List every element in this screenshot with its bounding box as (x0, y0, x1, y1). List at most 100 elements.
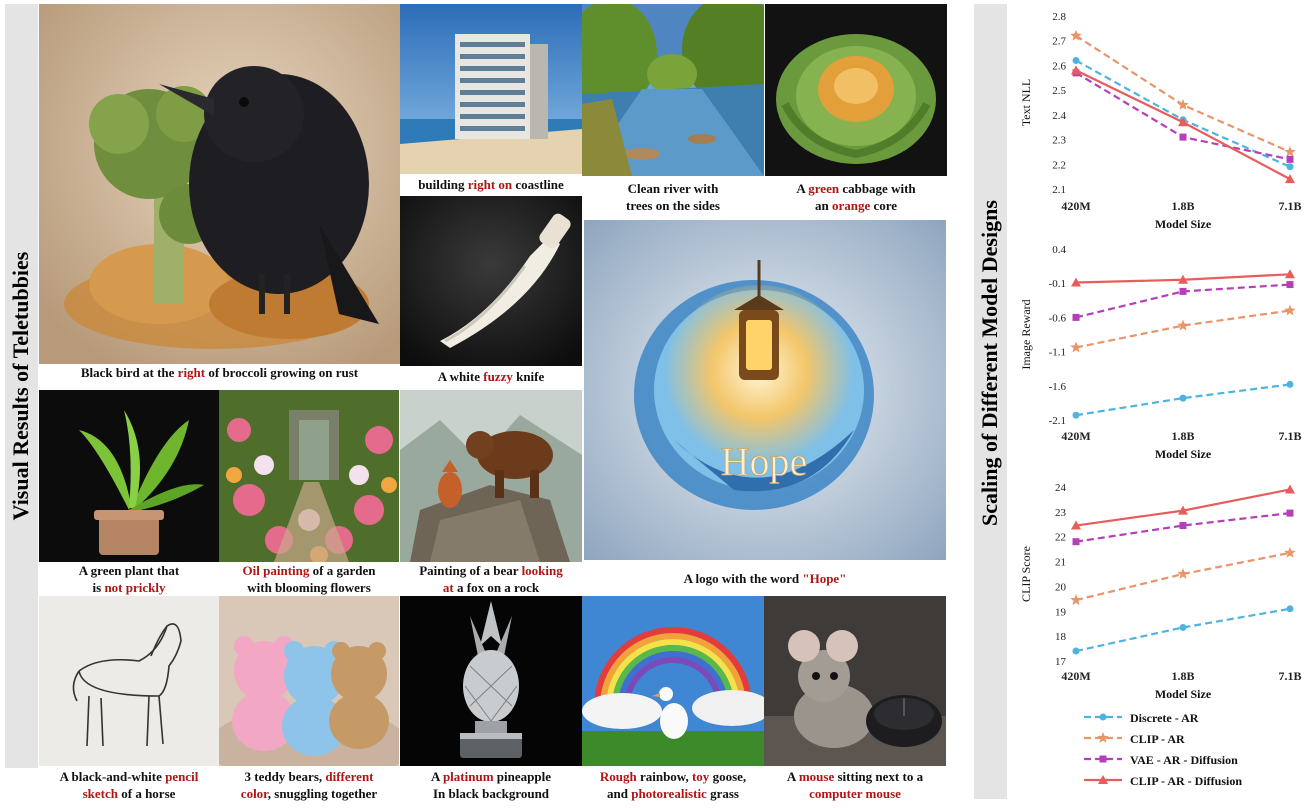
bird-image (39, 4, 400, 364)
y-axis-label: Text NLL (1019, 79, 1033, 126)
data-point (1179, 522, 1187, 530)
y-tick-label: -2.1 (1049, 415, 1066, 427)
y-tick-label: 19 (1055, 606, 1067, 618)
data-point (1177, 568, 1189, 579)
caption-river: Clean river with trees on the sides (625, 181, 720, 213)
y-tick-label: 2.2 (1052, 159, 1066, 171)
series-line-discrete-ar (1075, 59, 1291, 168)
y-tick-label: 2.1 (1052, 184, 1066, 196)
data-point (1179, 623, 1187, 631)
chart-clip-score: 24 23 22 21 20 19 18 17 420M 1.8B 7.1B Model Size CL… (1010, 474, 1302, 706)
y-tick-label: 21 (1055, 557, 1066, 569)
data-point (1286, 281, 1294, 289)
data-point (1070, 341, 1082, 353)
legend-swatch-marker (1097, 732, 1109, 743)
caption-bird: Black bird at the right of broccoli grow… (80, 365, 359, 380)
x-tick-label: 420M (1061, 199, 1090, 213)
legend-swatch-marker (1099, 755, 1107, 763)
y-tick-label: 2.4 (1052, 110, 1066, 122)
data-point (1070, 594, 1082, 605)
data-point (1177, 98, 1189, 110)
y-tick-label: 2.8 (1052, 11, 1066, 23)
rainbow-image (582, 596, 764, 766)
x-tick-label: 7.1B (1278, 429, 1301, 443)
caption-horse: A black-and-white pencil sketch of a hor… (59, 769, 199, 801)
data-point (1072, 647, 1080, 655)
y-tick-label: 18 (1055, 631, 1067, 643)
x-tick-label: 7.1B (1278, 669, 1301, 683)
teddy-image (219, 596, 399, 766)
y-tick-label: 22 (1055, 532, 1066, 544)
y-tick-label: 2.3 (1052, 135, 1066, 147)
horse-image (39, 596, 219, 766)
cabbage-image (765, 4, 947, 176)
x-tick-label: 1.8B (1171, 199, 1194, 213)
data-point (1179, 133, 1187, 141)
y-tick-label: 2.6 (1052, 60, 1066, 72)
x-tick-label: 1.8B (1171, 669, 1194, 683)
data-point (1072, 313, 1080, 321)
series-line-clip-ar (1075, 309, 1291, 349)
hope-logo-image: Hope (584, 220, 946, 560)
caption-building: building right on coastline (418, 177, 564, 192)
river-image (582, 4, 764, 176)
caption-knife: A white fuzzy knife (437, 369, 545, 384)
right-title: Scaling of Different Model Designs (977, 200, 1002, 526)
chart-legend: Discrete - AR CLIP - AR VAE - AR - Diffu… (1082, 708, 1292, 792)
caption-logo: A logo with the word "Hope" (683, 571, 847, 586)
data-point (1286, 163, 1294, 171)
data-point (1286, 509, 1294, 517)
data-point (1072, 56, 1080, 64)
y-tick-label: 24 (1055, 482, 1067, 494)
data-point (1177, 319, 1189, 331)
legend-item-discrete-ar: Discrete - AR (1082, 708, 1292, 729)
data-point (1284, 145, 1296, 157)
mouse-image (764, 596, 946, 766)
x-axis-label: Model Size (1155, 447, 1212, 461)
caption-garden: Oil painting of a garden with blooming f… (242, 563, 376, 595)
legend-item-clip-ar: CLIP - AR (1082, 729, 1292, 750)
y-tick-label: 23 (1055, 507, 1067, 519)
caption-bear: Painting of a bear looking at a fox on a… (419, 563, 563, 595)
data-point (1286, 380, 1294, 388)
legend-swatch-marker (1099, 713, 1107, 721)
x-tick-label: 420M (1061, 669, 1090, 683)
bear-image (400, 390, 582, 562)
chart-text-nll: 2.8 2.7 2.6 2.5 2.4 2.3 2.2 2.1 420M 1.8B 7.1B Mode… (1010, 4, 1302, 236)
data-point (1072, 538, 1080, 546)
x-axis-label: Model Size (1155, 687, 1212, 701)
y-tick-label: -1.1 (1049, 347, 1066, 359)
y-tick-label: 0.4 (1052, 244, 1066, 256)
y-tick-label: 20 (1055, 581, 1067, 593)
data-point (1284, 546, 1296, 558)
data-point (1286, 605, 1294, 613)
caption-teddy: 3 teddy bears, different color, snugglin… (240, 769, 378, 801)
y-tick-label: -1.6 (1049, 381, 1067, 393)
legend-item-vae-ar-diffusion: VAE - AR - Diffusion (1082, 750, 1292, 771)
y-tick-label: 17 (1055, 656, 1067, 668)
pineapple-image (400, 596, 582, 766)
data-point (1285, 484, 1295, 494)
y-tick-label: 2.7 (1052, 36, 1066, 48)
y-tick-label: -0.6 (1049, 312, 1067, 324)
plant-image (39, 390, 219, 562)
caption-rainbow: Rough rainbow, toy goose, and photoreali… (599, 769, 747, 801)
y-axis-label: CLIP Score (1019, 546, 1033, 602)
left-title: Visual Results of Teletubbies (8, 251, 33, 521)
x-tick-label: 420M (1061, 429, 1090, 443)
caption-pineapple: A platinum pineapple In black background (431, 769, 551, 801)
caption-cabbage: A green cabbage with an orange core (796, 181, 916, 213)
data-point (1179, 287, 1187, 295)
legend-item-clip-ar-diffusion: CLIP - AR - Diffusion (1082, 771, 1292, 792)
garden-image (219, 390, 399, 562)
data-point (1072, 411, 1080, 419)
data-point (1179, 394, 1187, 402)
y-tick-label: -0.1 (1049, 278, 1066, 290)
building-image (400, 4, 582, 174)
x-axis-label: Model Size (1155, 217, 1212, 231)
y-axis-label: Image Reward (1019, 299, 1033, 369)
chart-image-reward: 0.4 -0.1 -0.6 -1.1 -1.6 -2.1 420M 1.8B 7.1B Model… (1010, 236, 1302, 466)
y-tick-label: 2.5 (1052, 85, 1066, 97)
hope-logo-word: Hope (721, 439, 808, 484)
data-point (1284, 304, 1296, 316)
